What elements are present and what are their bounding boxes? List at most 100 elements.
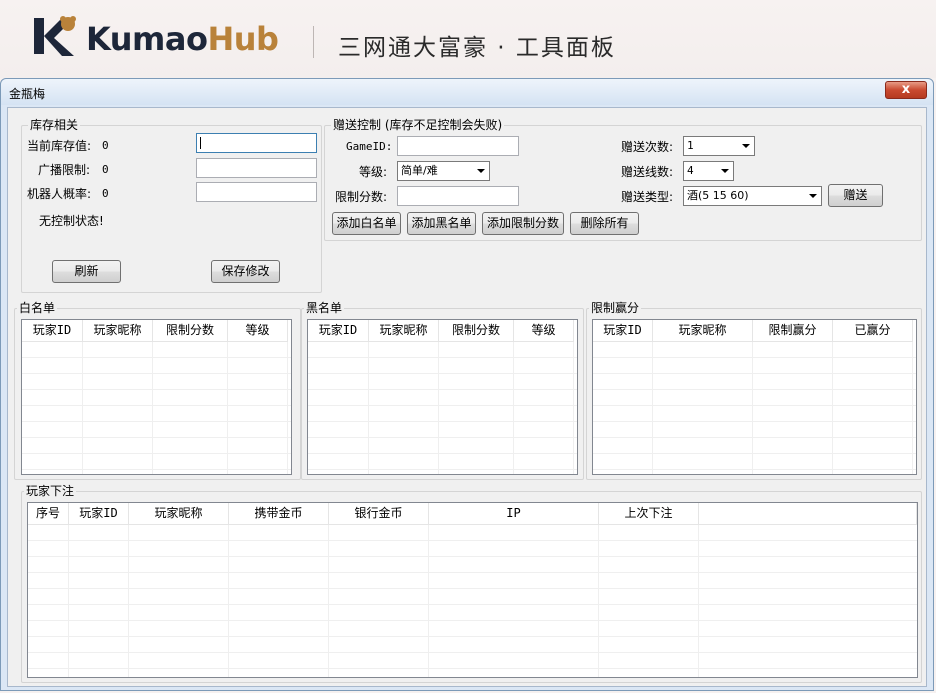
grid-line xyxy=(128,525,129,677)
grid-line xyxy=(368,342,369,474)
gift-lines-select[interactable]: 4 xyxy=(683,161,734,181)
current-stock-label: 当前库存值: xyxy=(27,139,92,153)
bets-col-playerid[interactable]: 玩家ID xyxy=(69,503,129,524)
broadcast-limit-value: 0 xyxy=(102,163,109,176)
grid-line xyxy=(428,525,429,677)
whitelist-col-playerid[interactable]: 玩家ID xyxy=(22,320,83,341)
logo-kumao-text: Kumao xyxy=(86,20,208,58)
gift-count-select[interactable]: 1 xyxy=(683,136,755,156)
add-limit-score-button[interactable]: 添加限制分数 xyxy=(482,212,564,235)
whitelist-group: 白名单 玩家ID 玩家昵称 限制分数 等级 xyxy=(14,301,301,480)
whitelist-col-nickname[interactable]: 玩家昵称 xyxy=(83,320,153,341)
whitelist-rows xyxy=(22,342,291,474)
blacklist-group: 黑名单 玩家ID 玩家昵称 限制分数 等级 xyxy=(301,301,584,480)
app-banner: KumaoHub 三网通大富豪 · 工具面板 xyxy=(0,0,936,78)
whitelist-listview[interactable]: 玩家ID 玩家昵称 限制分数 等级 xyxy=(21,319,292,475)
delete-all-button[interactable]: 删除所有 xyxy=(570,212,639,235)
limit-win-group: 限制赢分 玩家ID 玩家昵称 限制赢分 已赢分 xyxy=(586,301,922,480)
broadcast-limit-input[interactable] xyxy=(196,158,317,178)
control-status-text: 无控制状态! xyxy=(39,214,104,228)
text-caret xyxy=(200,137,201,149)
whitelist-header: 玩家ID 玩家昵称 限制分数 等级 xyxy=(22,320,288,342)
gift-type-select[interactable]: 酒(5 15 60) xyxy=(683,186,822,206)
gameid-label: GameID: xyxy=(346,140,393,153)
add-blacklist-button[interactable]: 添加黑名单 xyxy=(407,212,476,235)
window-title: 金瓶梅 xyxy=(9,87,46,101)
whitelist-col-limit[interactable]: 限制分数 xyxy=(153,320,228,341)
grid-line xyxy=(438,342,439,474)
limit-win-header: 玩家ID 玩家昵称 限制赢分 已赢分 xyxy=(593,320,913,342)
bets-col-last-bet[interactable]: 上次下注 xyxy=(599,503,699,524)
bets-col-bank-coins[interactable]: 银行金币 xyxy=(329,503,429,524)
player-bets-rows xyxy=(28,525,917,677)
limit-win-col-nickname[interactable]: 玩家昵称 xyxy=(653,320,753,341)
close-button[interactable]: x xyxy=(885,81,927,99)
player-bets-group: 玩家下注 序号 玩家ID 玩家昵称 携带金币 银行金币 IP 上次下注 xyxy=(21,484,922,683)
bets-col-filler xyxy=(699,503,917,524)
chevron-down-icon xyxy=(809,194,817,198)
limit-win-col-won[interactable]: 已赢分 xyxy=(833,320,913,341)
close-icon: x xyxy=(901,82,911,97)
limit-win-col-playerid[interactable]: 玩家ID xyxy=(593,320,653,341)
logo-hub-text: Hub xyxy=(207,20,279,58)
grid-line xyxy=(598,525,599,677)
limit-win-title: 限制赢分 xyxy=(589,301,642,315)
limit-win-listview[interactable]: 玩家ID 玩家昵称 限制赢分 已赢分 xyxy=(592,319,917,475)
bets-col-carry-coins[interactable]: 携带金币 xyxy=(229,503,329,524)
grid-line xyxy=(752,342,753,474)
gameid-input[interactable] xyxy=(397,136,519,156)
grid-line xyxy=(328,525,329,677)
save-changes-button[interactable]: 保存修改 xyxy=(211,260,280,283)
kumao-logo-icon xyxy=(34,16,76,56)
limit-win-col-limit[interactable]: 限制赢分 xyxy=(753,320,833,341)
grid-line xyxy=(698,525,699,677)
gift-lines-label: 赠送线数: xyxy=(621,165,674,179)
banner-title: 三网通大富豪 · 工具面板 xyxy=(338,35,616,61)
gift-type-label: 赠送类型: xyxy=(621,190,674,204)
level-label: 等级: xyxy=(359,165,388,179)
blacklist-col-playerid[interactable]: 玩家ID xyxy=(308,320,369,341)
grid-line xyxy=(652,342,653,474)
gift-lines-value: 4 xyxy=(687,164,694,177)
grid-line xyxy=(227,342,228,474)
gift-type-value: 酒(5 15 60) xyxy=(687,189,749,202)
blacklist-title: 黑名单 xyxy=(304,301,345,315)
blacklist-listview[interactable]: 玩家ID 玩家昵称 限制分数 等级 xyxy=(307,319,578,475)
blacklist-col-nickname[interactable]: 玩家昵称 xyxy=(369,320,439,341)
inventory-group-title: 库存相关 xyxy=(28,118,81,132)
chevron-down-icon xyxy=(721,169,729,173)
current-stock-input[interactable] xyxy=(196,133,317,153)
window-titlebar[interactable]: 金瓶梅 x xyxy=(1,79,933,105)
bets-col-nickname[interactable]: 玩家昵称 xyxy=(129,503,229,524)
whitelist-col-level[interactable]: 等级 xyxy=(228,320,288,341)
bets-col-index[interactable]: 序号 xyxy=(28,503,69,524)
refresh-button[interactable]: 刷新 xyxy=(52,260,121,283)
current-stock-value: 0 xyxy=(102,139,109,152)
grid-line xyxy=(513,342,514,474)
robot-prob-input[interactable] xyxy=(196,182,317,202)
inventory-group: 库存相关 当前库存值: 0 广播限制: 0 机器人概率: 0 无控制状态! 刷新… xyxy=(21,118,322,293)
blacklist-col-level[interactable]: 等级 xyxy=(514,320,574,341)
limit-win-rows xyxy=(593,342,916,474)
grid-line xyxy=(832,342,833,474)
level-select[interactable]: 简单/难 xyxy=(397,161,490,181)
grid-line xyxy=(68,525,69,677)
banner-divider xyxy=(313,26,314,58)
grid-line xyxy=(82,342,83,474)
chevron-down-icon xyxy=(477,169,485,173)
player-bets-listview[interactable]: 序号 玩家ID 玩家昵称 携带金币 银行金币 IP 上次下注 xyxy=(27,502,918,678)
limit-score-input[interactable] xyxy=(397,186,519,206)
grid-line xyxy=(152,342,153,474)
gift-control-group: 赠送控制 (库存不足控制会失败) GameID: 等级: 简单/难 限制分数: … xyxy=(324,118,922,241)
blacklist-rows xyxy=(308,342,577,474)
broadcast-limit-label: 广播限制: xyxy=(38,163,91,177)
chevron-down-icon xyxy=(742,144,750,148)
grid-line xyxy=(287,342,288,474)
add-whitelist-button[interactable]: 添加白名单 xyxy=(332,212,401,235)
limit-score-label: 限制分数: xyxy=(335,190,388,204)
bets-col-ip[interactable]: IP xyxy=(429,503,599,524)
send-gift-button[interactable]: 赠送 xyxy=(828,184,883,207)
blacklist-col-limit[interactable]: 限制分数 xyxy=(439,320,514,341)
robot-prob-value: 0 xyxy=(102,187,109,200)
gift-control-title: 赠送控制 (库存不足控制会失败) xyxy=(331,118,505,132)
